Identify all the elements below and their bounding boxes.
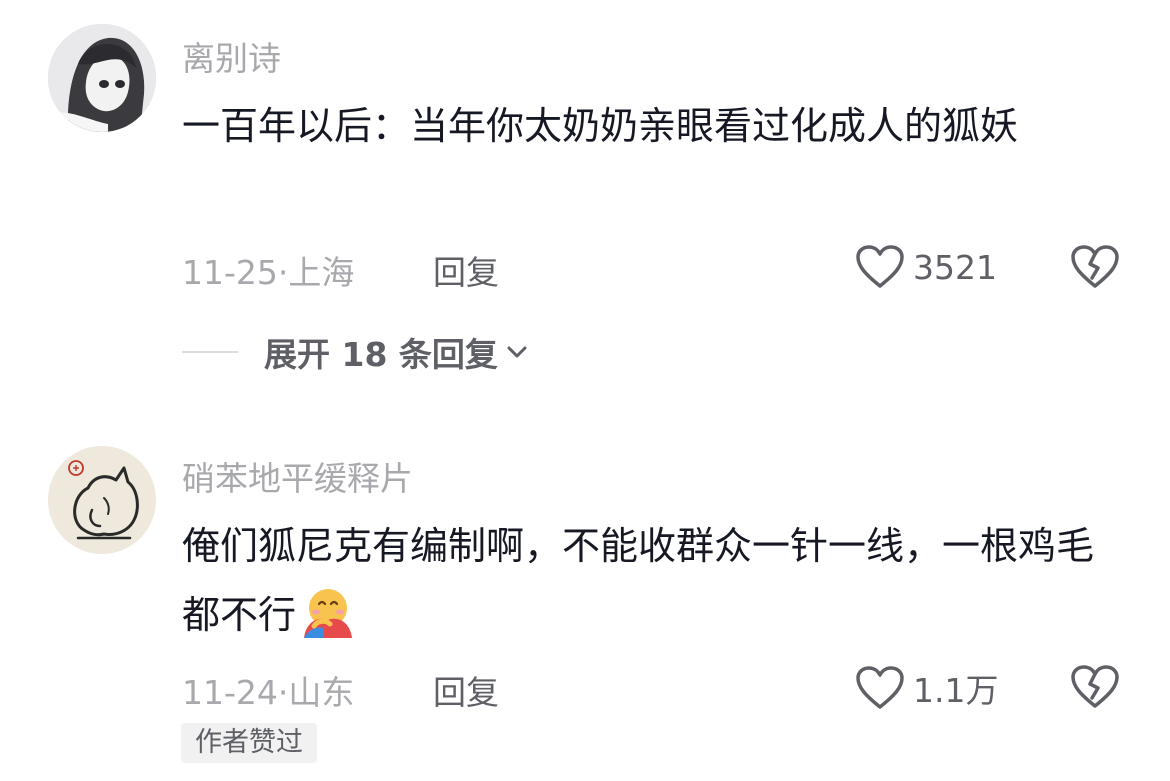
meta-separator: ·: [277, 253, 289, 292]
like-count: 3521: [913, 247, 997, 287]
like-button[interactable]: 3521: [855, 244, 997, 290]
comment-date: 11-25: [182, 253, 278, 292]
like-button[interactable]: 1.1万: [855, 664, 998, 712]
comment-text-wrapper: 俺们狐尼克有编制啊，不能收群众一针一线，一根鸡毛都不行: [182, 512, 1122, 660]
dislike-button[interactable]: [1070, 244, 1120, 294]
comment-meta: 11-24·山东: [182, 666, 354, 714]
meta-separator: ·: [277, 673, 289, 712]
comment-location: 上海: [288, 253, 355, 292]
comment-location: 山东: [288, 673, 355, 712]
avatar[interactable]: [48, 446, 156, 554]
comment-item: 离别诗 一百年以后：当年你太奶奶亲眼看过化成人的狐妖 11-25·上海 回复 3…: [0, 0, 1170, 400]
author-liked-badge: 作者赞过: [181, 723, 317, 763]
comment-text: 一百年以后：当年你太奶奶亲眼看过化成人的狐妖: [182, 104, 1019, 148]
chevron-down-icon: [507, 346, 527, 358]
anime-girl-avatar-icon: [48, 24, 156, 132]
expand-replies-button[interactable]: 展开 18 条回复: [182, 328, 528, 376]
heart-icon: [856, 666, 904, 709]
reply-button[interactable]: 回复: [433, 246, 499, 294]
username[interactable]: 硝苯地平缓释片: [182, 452, 413, 500]
expand-replies-label: 展开 18 条回复: [264, 335, 498, 374]
reply-button[interactable]: 回复: [433, 666, 499, 714]
expand-divider: [182, 351, 238, 353]
like-count: 1.1万: [913, 671, 999, 710]
comment-item: 硝苯地平缓释片 俺们狐尼克有编制啊，不能收群众一针一线，一根鸡毛都不行 11-2…: [0, 420, 1170, 781]
dislike-button[interactable]: [1070, 664, 1120, 714]
hugging-face-emoji-icon: [300, 586, 356, 660]
comment-date: 11-24: [182, 673, 278, 712]
broken-heart-icon: [1071, 665, 1119, 708]
comment-meta: 11-25·上海: [182, 246, 354, 294]
fox-sketch-avatar-icon: [48, 446, 156, 554]
broken-heart-icon: [1071, 245, 1119, 288]
heart-icon: [856, 245, 904, 288]
avatar[interactable]: [48, 24, 156, 132]
username[interactable]: 离别诗: [182, 32, 281, 80]
